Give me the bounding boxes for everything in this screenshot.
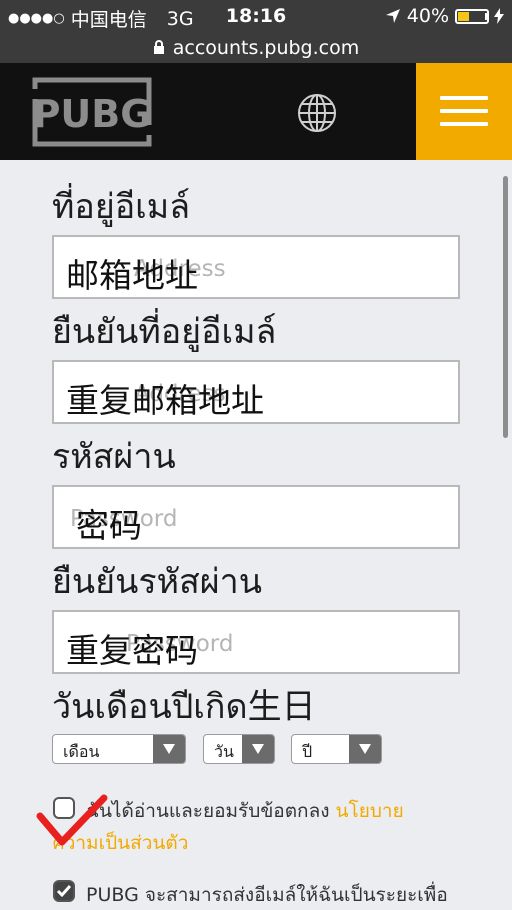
status-bar: ●●●●○ 中国电信 3G 18:16 40%	[0, 0, 512, 32]
battery-percent: 40%	[406, 5, 449, 27]
chevron-down-icon	[349, 735, 381, 763]
year-select[interactable]: ปี	[291, 734, 382, 764]
day-select[interactable]: วัน	[203, 734, 275, 764]
confirm-password-field[interactable]: Password 重复密码	[52, 610, 460, 674]
url-text: accounts.pubg.com	[172, 36, 360, 59]
confirm-email-annotation: 重复邮箱地址	[66, 381, 264, 420]
email-annotation: 邮箱地址	[66, 256, 198, 295]
birthdate-label: วันเดือนปีเกิด生日	[52, 687, 316, 727]
location-arrow-icon	[385, 9, 400, 23]
language-globe-icon[interactable]	[296, 92, 338, 134]
chevron-down-icon	[153, 735, 185, 763]
confirm-password-label: ยืนยันรหัสผ่าน	[52, 562, 263, 602]
privacy-policy-link-a[interactable]: นโยบาย	[336, 800, 404, 822]
checkmark-icon	[56, 885, 72, 898]
month-select-value: เดือน	[63, 742, 100, 761]
password-field[interactable]: Password 密码	[52, 485, 460, 549]
agree-label: ฉันได้อ่านและยอมรับข้อตกลง	[86, 800, 330, 822]
agree-text: ฉันได้อ่านและยอมรับข้อตกลง นโยบาย	[86, 796, 404, 826]
hamburger-menu-button[interactable]	[416, 63, 512, 160]
battery-icon	[455, 8, 489, 24]
year-select-value: ปี	[302, 742, 313, 761]
confirm-email-field[interactable]: Address 重复邮箱地址	[52, 360, 460, 424]
day-select-value: วัน	[214, 742, 234, 761]
confirm-password-annotation: 重复密码	[66, 631, 198, 670]
email-label: ที่อยู่อีเมล์	[52, 187, 191, 227]
password-annotation: 密码	[76, 506, 142, 545]
red-checkmark-annotation	[36, 794, 108, 846]
address-bar[interactable]: accounts.pubg.com	[0, 32, 512, 63]
newsletter-checkbox[interactable]	[53, 880, 75, 902]
email-field[interactable]: Address 邮箱地址	[52, 235, 460, 299]
status-right: 40%	[385, 5, 504, 27]
newsletter-text: PUBG จะสามารถส่งอีเมล์ให้ฉันเป็นระยะเพื่…	[86, 884, 448, 906]
svg-text:PUBG: PUBG	[33, 92, 152, 136]
hamburger-icon	[440, 96, 488, 100]
password-label: รหัสผ่าน	[52, 437, 176, 477]
confirm-email-label: ยืนยันที่อยู่อีเมล์	[52, 312, 277, 352]
scrollbar[interactable]	[503, 176, 508, 438]
month-select[interactable]: เดือน	[52, 734, 186, 764]
lock-icon	[153, 40, 164, 54]
charging-bolt-icon	[494, 8, 504, 24]
chevron-down-icon	[242, 735, 274, 763]
pubg-logo[interactable]: PUBG	[32, 77, 152, 147]
